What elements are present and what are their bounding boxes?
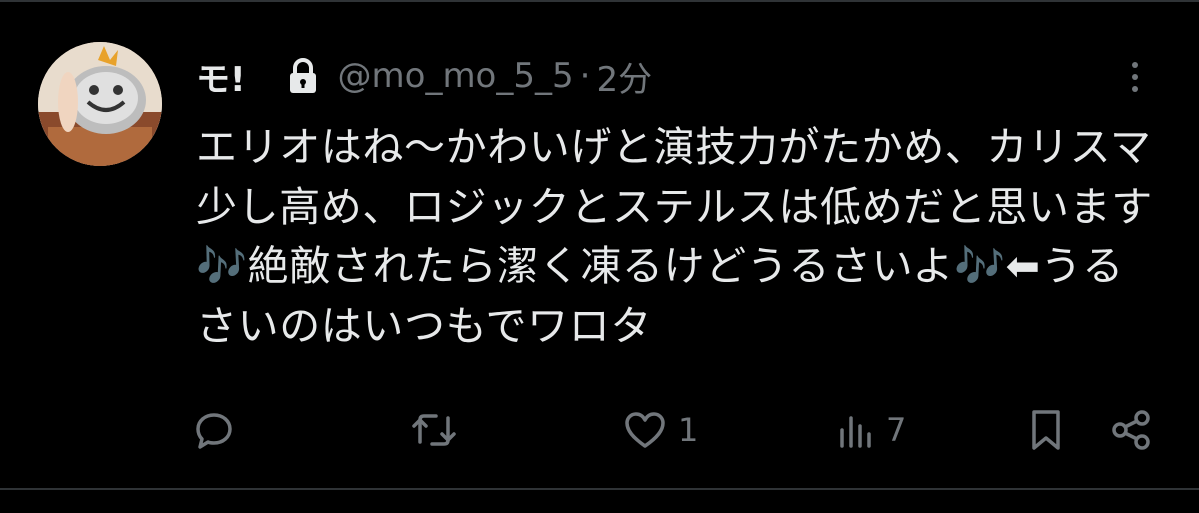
share-icon bbox=[1110, 408, 1154, 452]
retweet-button[interactable] bbox=[410, 400, 458, 460]
views-icon bbox=[836, 408, 876, 452]
timestamp[interactable]: 2分 bbox=[596, 52, 652, 101]
author-name[interactable]: モ! bbox=[196, 52, 246, 101]
separator-dot: · bbox=[579, 56, 591, 96]
bottom-divider bbox=[0, 488, 1199, 490]
tweet-text: エリオはね～かわいげと演技力がたかめ、カリスマ少し高め、ロジックとステルスは低め… bbox=[196, 123, 1153, 350]
share-button[interactable] bbox=[1110, 400, 1154, 460]
like-button[interactable]: 1 bbox=[622, 400, 698, 460]
avatar[interactable] bbox=[38, 42, 162, 166]
reply-icon bbox=[192, 408, 236, 452]
views-count: 7 bbox=[886, 411, 907, 449]
like-count: 1 bbox=[678, 411, 699, 449]
lock-icon bbox=[286, 57, 320, 95]
more-icon[interactable] bbox=[1122, 52, 1148, 102]
tweet-header: モ! @mo_mo_5_5 · 2分 bbox=[196, 52, 652, 100]
action-bar: 1 7 bbox=[0, 400, 1199, 460]
top-divider bbox=[0, 0, 1199, 2]
heart-icon bbox=[622, 408, 668, 452]
views-button[interactable]: 7 bbox=[836, 400, 906, 460]
retweet-icon bbox=[410, 408, 458, 452]
bookmark-icon bbox=[1026, 408, 1066, 452]
reply-button[interactable] bbox=[192, 400, 236, 460]
author-handle[interactable]: @mo_mo_5_5 bbox=[338, 56, 574, 96]
bookmark-button[interactable] bbox=[1026, 400, 1066, 460]
